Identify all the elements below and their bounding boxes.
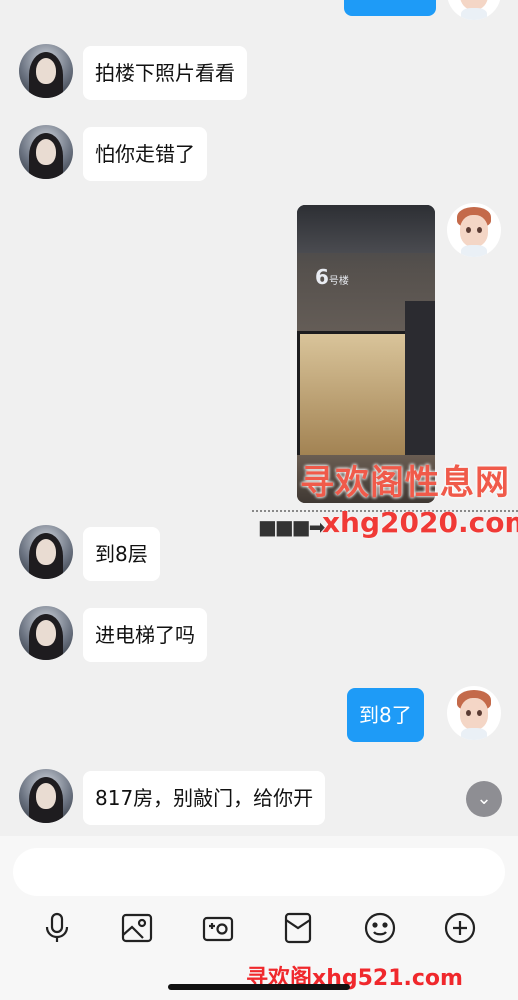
message-bubble[interactable]: 怕你走错了 [83, 127, 207, 181]
watermark-site-name: 寻欢阁性息网 [300, 463, 510, 503]
my-avatar[interactable] [447, 686, 501, 740]
building-label: 号楼 [328, 276, 349, 287]
message-input[interactable] [13, 848, 505, 896]
plus-icon[interactable] [440, 908, 480, 948]
partial-sent-bubble[interactable] [344, 0, 436, 16]
emoji-icon[interactable] [360, 908, 400, 948]
scroll-to-bottom-button[interactable]: ⌄ [466, 781, 502, 817]
chat-area[interactable]: 拍楼下照片看看 怕你走错了 6号楼 寻欢阁性息网 ■■■➡ xhg2020.co… [0, 0, 518, 836]
my-avatar[interactable] [447, 203, 501, 257]
watermark-url: xhg2020.com [322, 506, 518, 539]
contact-avatar[interactable] [19, 44, 73, 98]
contact-avatar[interactable] [19, 606, 73, 660]
home-indicator [168, 984, 350, 990]
camera-icon[interactable] [198, 908, 238, 948]
my-avatar[interactable] [447, 0, 501, 20]
contact-avatar[interactable] [19, 525, 73, 579]
input-panel: 寻欢阁xhg521.com [0, 836, 518, 1000]
message-bubble[interactable]: 进电梯了吗 [83, 608, 207, 662]
photo-ceiling [297, 205, 435, 253]
image-icon[interactable] [117, 908, 157, 948]
message-bubble[interactable]: 到8层 [83, 527, 160, 581]
toolbar [0, 908, 518, 948]
photo-door [297, 331, 411, 463]
watermark-arrow-icon: ■■■➡ [258, 515, 325, 539]
message-bubble[interactable]: 817房，别敲门，给你开 [83, 771, 326, 825]
sent-message-bubble[interactable]: 到8了 [347, 688, 424, 742]
microphone-icon[interactable] [37, 908, 77, 948]
message-bubble[interactable]: 拍楼下照片看看 [83, 46, 247, 100]
chevron-down-icon: ⌄ [476, 788, 492, 809]
contact-avatar[interactable] [19, 769, 73, 823]
photo-building-sign: 6号楼 [315, 263, 349, 291]
contact-avatar[interactable] [19, 125, 73, 179]
building-number: 6 [315, 265, 329, 289]
red-packet-icon[interactable] [278, 908, 318, 948]
